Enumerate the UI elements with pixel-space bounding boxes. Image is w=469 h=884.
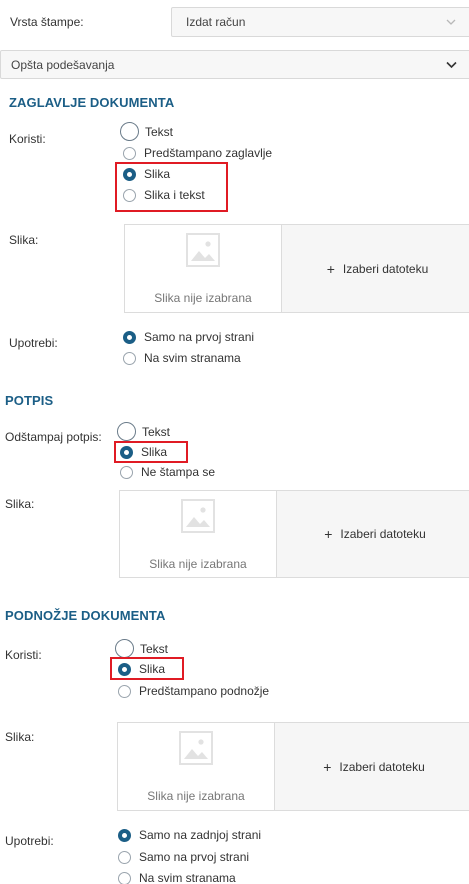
chevron-down-icon [446, 19, 456, 25]
radio-label: Tekst [140, 641, 169, 656]
radio-label: Na svim stranama [144, 351, 241, 365]
doc-header-apply-label: Upotrebi: [9, 336, 58, 350]
radio-label: Ne štampa se [141, 465, 216, 479]
image-placeholder-icon [179, 731, 213, 765]
radio-label: Samo na prvoj strani [144, 330, 255, 344]
choose-file-label: Izaberi datoteku [339, 759, 425, 774]
doc-header-option-preprinted[interactable]: Predštampano zaglavlje [123, 146, 272, 160]
signature-print-label: Odštampaj potpis: [5, 430, 102, 444]
doc-header-use-label: Koristi: [9, 132, 46, 146]
radio-icon[interactable] [120, 122, 139, 141]
signature-option-none[interactable]: Ne štampa se [120, 465, 215, 479]
radio-icon[interactable] [118, 871, 131, 884]
no-image-text: Slika nije izabrana [149, 557, 247, 571]
choose-file-button[interactable]: + Izaberi datoteku [275, 723, 469, 810]
radio-icon[interactable] [123, 146, 136, 160]
image-preview: Slika nije izabrana [125, 225, 282, 312]
signature-image-label: Slika: [5, 497, 35, 511]
doc-footer-section-title: PODNOŽJE DOKUMENTA [5, 608, 166, 623]
image-preview: Slika nije izabrana [118, 723, 275, 810]
choose-file-label: Izaberi datoteku [342, 261, 429, 276]
chevron-down-icon[interactable] [446, 61, 457, 68]
radio-label: Tekst [142, 424, 171, 439]
radio-label: Predštampano podnožje [139, 684, 270, 698]
radio-label: Na svim stranama [139, 871, 236, 884]
highlight-box [110, 657, 184, 680]
doc-footer-image-label: Slika: [5, 730, 35, 744]
radio-label: Samo na prvoj strani [139, 850, 250, 864]
doc-footer-image-upload: Slika nije izabrana + Izaberi datoteku [117, 722, 469, 811]
signature-image-upload: Slika nije izabrana + Izaberi datoteku [119, 490, 469, 578]
radio-selected-icon[interactable] [123, 330, 136, 344]
radio-icon[interactable] [123, 351, 136, 365]
plus-icon: + [324, 526, 333, 542]
doc-header-image-upload: Slika nije izabrana + Izaberi datoteku [124, 224, 469, 313]
no-image-text: Slika nije izabrana [147, 789, 245, 803]
doc-footer-use-label: Koristi: [5, 648, 42, 662]
image-preview: Slika nije izabrana [120, 491, 277, 577]
choose-file-button[interactable]: + Izaberi datoteku [282, 225, 469, 312]
choose-file-label: Izaberi datoteku [340, 527, 426, 541]
radio-icon[interactable] [120, 465, 133, 479]
highlight-box [115, 162, 228, 212]
doc-footer-apply-last[interactable]: Samo na zadnjoj strani [118, 828, 261, 842]
radio-icon[interactable] [118, 850, 131, 864]
settings-select[interactable]: Opšta podešavanja [0, 50, 469, 79]
image-placeholder-icon [186, 233, 220, 267]
doc-footer-apply-label: Upotrebi: [5, 834, 54, 848]
image-placeholder-icon [181, 499, 215, 533]
signature-option-text[interactable]: Tekst [117, 422, 170, 441]
doc-footer-apply-first[interactable]: Samo na prvoj strani [118, 850, 249, 864]
no-image-text: Slika nije izabrana [154, 291, 252, 305]
doc-footer-apply-all[interactable]: Na svim stranama [118, 871, 236, 884]
radio-label: Predštampano zaglavlje [144, 146, 273, 160]
stamp-type-select[interactable]: Izdat račun [171, 7, 469, 37]
choose-file-button[interactable]: + Izaberi datoteku [277, 491, 469, 577]
radio-icon[interactable] [115, 639, 134, 658]
radio-label: Tekst [145, 124, 174, 139]
doc-header-apply-first[interactable]: Samo na prvoj strani [123, 330, 254, 344]
plus-icon: + [323, 758, 332, 775]
plus-icon: + [326, 260, 335, 277]
radio-icon[interactable] [118, 684, 131, 698]
doc-header-option-text[interactable]: Tekst [120, 122, 173, 141]
doc-footer-option-text[interactable]: Tekst [115, 639, 168, 658]
stamp-type-label: Vrsta štampe: [10, 15, 84, 29]
radio-selected-icon[interactable] [118, 828, 131, 842]
doc-header-image-label: Slika: [9, 233, 39, 247]
signature-section-title: POTPIS [5, 393, 54, 408]
doc-footer-option-preprinted[interactable]: Predštampano podnožje [118, 684, 269, 698]
stamp-type-value: Izdat račun [186, 15, 246, 29]
radio-label: Samo na zadnjoj strani [139, 828, 262, 842]
doc-header-section-title: ZAGLAVLJE DOKUMENTA [9, 95, 175, 110]
highlight-box [114, 441, 188, 463]
settings-value: Opšta podešavanja [11, 57, 115, 72]
doc-header-apply-all[interactable]: Na svim stranama [123, 351, 241, 365]
radio-icon[interactable] [117, 422, 136, 441]
